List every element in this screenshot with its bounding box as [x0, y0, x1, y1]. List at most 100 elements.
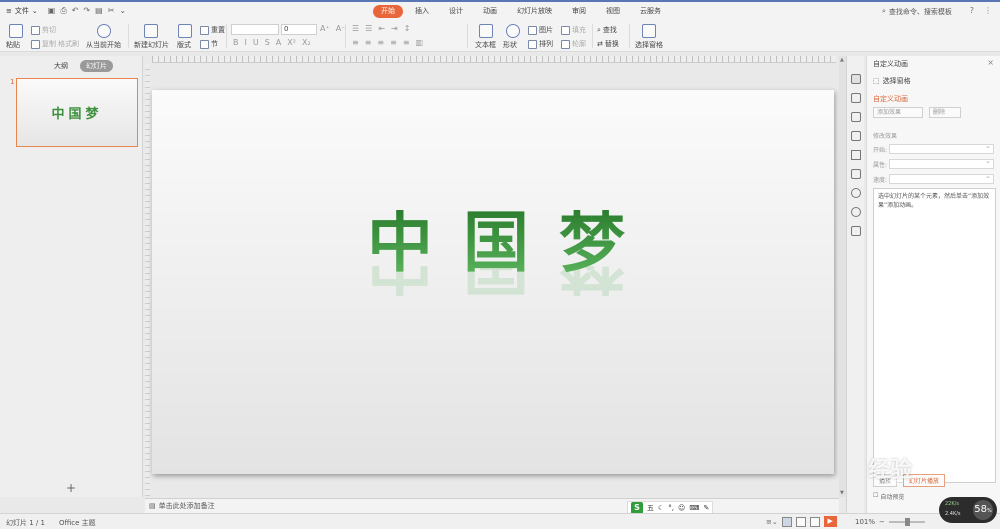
paste-button[interactable]: 粘贴 [6, 40, 20, 50]
save-icon[interactable]: ▣ [48, 6, 56, 16]
command-search[interactable]: ⌕ 查找命令、搜索模板 [882, 7, 952, 17]
scroll-down-icon[interactable]: ▼ [840, 490, 844, 496]
section-button[interactable]: 节 [200, 39, 218, 49]
start-select[interactable] [889, 142, 994, 154]
ime-mode[interactable]: 五 [647, 503, 654, 513]
select-pane-button[interactable]: 选择窗格 [635, 40, 663, 50]
distribute-icon[interactable]: ≡ [403, 38, 410, 47]
fill-button[interactable]: 填充 [561, 25, 586, 35]
tab-cloud[interactable]: 云服务 [632, 5, 669, 18]
reset-button[interactable]: 重置 [200, 25, 225, 35]
layout-icon[interactable] [178, 24, 192, 38]
copy-button[interactable]: 复制 [31, 39, 56, 49]
share-icon[interactable] [851, 169, 861, 179]
align-right-icon[interactable]: ≡ [377, 38, 384, 47]
tab-animation[interactable]: 动画 [475, 5, 505, 18]
notes-area[interactable]: ▤ 单击此处添加备注 [145, 498, 839, 513]
align-left-icon[interactable]: ≡ [352, 38, 359, 47]
find-button[interactable]: ⌕ 查找 [597, 25, 617, 35]
columns-icon[interactable]: ▥ [416, 38, 424, 47]
print-icon[interactable]: ⎙ [60, 6, 66, 16]
indent-decrease-icon[interactable]: ⇤ [378, 24, 385, 33]
format-icon[interactable]: ✂ [108, 6, 115, 16]
scroll-up-icon[interactable]: ▲ [840, 57, 844, 63]
decrease-font-icon[interactable]: A⁻ [336, 24, 346, 33]
cut-button[interactable]: 剪切 [31, 25, 56, 35]
indent-increase-icon[interactable]: ⇥ [391, 24, 398, 33]
normal-view-icon[interactable] [781, 516, 792, 527]
reading-view-icon[interactable] [809, 516, 820, 527]
speed-select[interactable] [889, 172, 994, 184]
adjust-icon[interactable] [851, 131, 861, 141]
outline-button[interactable]: 轮廓 [561, 39, 586, 49]
play-from-current-icon[interactable] [97, 24, 111, 38]
arrange-button[interactable]: 排列 [528, 39, 553, 49]
shapes-icon[interactable] [851, 112, 861, 122]
superscript-icon[interactable]: X² [287, 38, 296, 47]
strike-icon[interactable]: S [265, 38, 270, 47]
numbering-icon[interactable]: ☰ [365, 24, 372, 33]
tab-view[interactable]: 视图 [598, 5, 628, 18]
slideshow-play-icon[interactable]: ▶ [823, 516, 837, 527]
replace-button[interactable]: ⇄ 替换 [597, 39, 619, 49]
bullets-icon[interactable]: ☰ [352, 24, 359, 33]
shape-icon[interactable] [506, 24, 520, 38]
help-icon[interactable] [851, 207, 861, 217]
font-size-select[interactable]: 0 [281, 24, 317, 35]
zoom-slider[interactable] [888, 518, 925, 526]
slide-thumbnail[interactable]: 中国梦 [16, 78, 138, 147]
zoom-slider-thumb[interactable] [904, 518, 910, 526]
font-name-select[interactable] [231, 24, 279, 35]
paste-icon[interactable] [9, 24, 23, 38]
tab-outline[interactable]: 大纲 [48, 60, 74, 72]
line-spacing-icon[interactable]: ↕ [404, 24, 411, 33]
zoom-out-icon[interactable]: − [879, 518, 885, 526]
subscript-icon[interactable]: X₂ [302, 38, 311, 47]
tab-design[interactable]: 设计 [441, 5, 471, 18]
moon-icon[interactable]: ☾ [658, 504, 664, 512]
file-menu[interactable]: ≡ 文件 ⌄ [6, 6, 38, 16]
settings-icon[interactable]: ✎ [703, 504, 709, 512]
animation-icon[interactable] [851, 74, 861, 84]
textbox-button[interactable]: 文本框 [475, 40, 496, 50]
tab-home[interactable]: 开始 [373, 5, 403, 18]
format-painter-button[interactable]: 格式刷 [58, 39, 79, 49]
punctuation-icon[interactable]: °, [668, 504, 674, 512]
preview-icon[interactable]: ▤ [95, 6, 103, 16]
italic-icon[interactable]: I [245, 38, 247, 47]
keyboard-icon[interactable]: ⌨ [689, 504, 699, 512]
add-effect-button[interactable]: 添加效果 [873, 107, 923, 118]
delete-button[interactable]: 删除 [929, 107, 961, 118]
align-center-icon[interactable]: ≡ [365, 38, 372, 47]
zoom-level[interactable]: 101% [855, 518, 875, 526]
object-icon[interactable] [851, 93, 861, 103]
network-speed-widget[interactable]: 22K/s 2.4K/s 58% [939, 497, 997, 523]
apps-icon[interactable] [851, 226, 861, 236]
vertical-scrollbar[interactable]: ▲ ▼ [839, 56, 846, 497]
notes-toggle-icon[interactable]: ≡⌄ [766, 518, 778, 526]
tab-slides[interactable]: 幻灯片 [80, 60, 113, 72]
select-pane-link[interactable]: ⬚ 选择窗格 [873, 76, 911, 86]
slide-canvas[interactable]: 中国梦 中国梦 [152, 90, 834, 474]
sorter-view-icon[interactable] [795, 516, 806, 527]
picture-button[interactable]: 图片 [528, 25, 553, 35]
more-icon[interactable]: ⋮ [984, 6, 992, 15]
underline-icon[interactable]: U [253, 38, 259, 47]
increase-font-icon[interactable]: A⁺ [320, 24, 330, 33]
add-slide-icon[interactable]: + [66, 481, 76, 495]
tab-review[interactable]: 审阅 [564, 5, 594, 18]
animation-list[interactable]: 选中幻灯片的某个元素，然后单击“添加效果”添加动画。 [873, 188, 996, 483]
new-slide-button[interactable]: 新建幻灯片 [134, 40, 169, 50]
tab-insert[interactable]: 插入 [407, 5, 437, 18]
help-icon[interactable]: ? [970, 6, 974, 15]
justify-icon[interactable]: ≡ [390, 38, 397, 47]
auto-preview-checkbox[interactable]: ☐ 自动预览 [873, 492, 904, 501]
new-slide-icon[interactable] [144, 24, 158, 38]
pane-title[interactable]: 自定义动画 [873, 59, 908, 69]
history-icon[interactable] [851, 188, 861, 198]
bold-icon[interactable]: B [233, 38, 239, 47]
shape-button[interactable]: 形状 [503, 40, 517, 50]
tab-slideshow[interactable]: 幻灯片放映 [509, 5, 560, 18]
font-color-icon[interactable]: A [276, 38, 281, 47]
undo-icon[interactable]: ↶ [72, 6, 79, 16]
